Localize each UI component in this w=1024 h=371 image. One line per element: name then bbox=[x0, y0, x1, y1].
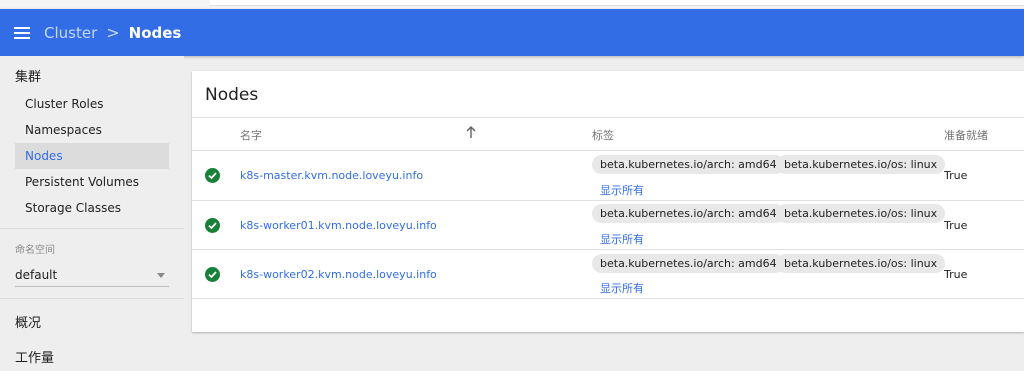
column-header-labels: 标签 bbox=[592, 129, 614, 142]
label-chip: beta.kubernetes.io/arch: amd64 bbox=[592, 204, 785, 223]
sidebar-section-overview[interactable]: 概况 bbox=[15, 312, 41, 331]
namespace-select[interactable]: default bbox=[15, 264, 169, 287]
sidebar-item-storage-classes[interactable]: Storage Classes bbox=[15, 195, 159, 221]
sidebar-item-persistent-volumes[interactable]: Persistent Volumes bbox=[15, 169, 159, 195]
ready-status: True bbox=[944, 268, 968, 281]
show-all-link[interactable]: 显示所有 bbox=[600, 280, 644, 296]
namespace-label: 命名空间 bbox=[15, 245, 55, 256]
show-all-link[interactable]: 显示所有 bbox=[600, 182, 644, 198]
sidebar-divider bbox=[0, 228, 184, 229]
sidebar-section-cluster[interactable]: 集群 bbox=[15, 66, 41, 85]
top-strip bbox=[0, 0, 1024, 9]
label-chip: beta.kubernetes.io/os: linux bbox=[776, 204, 946, 223]
table-row: k8s-worker02.kvm.node.loveyu.info beta.k… bbox=[192, 250, 1024, 299]
column-header-ready: 准备就绪 bbox=[944, 129, 988, 142]
sidebar-item-cluster-roles[interactable]: Cluster Roles bbox=[15, 91, 159, 117]
breadcrumb-cluster[interactable]: Cluster bbox=[44, 24, 97, 42]
check-circle-icon bbox=[205, 267, 220, 282]
node-name-link[interactable]: k8s-worker01.kvm.node.loveyu.info bbox=[240, 219, 437, 232]
sidebar-divider bbox=[0, 298, 184, 299]
label-chip: beta.kubernetes.io/os: linux bbox=[776, 155, 946, 174]
check-circle-icon bbox=[205, 168, 220, 183]
ready-status: True bbox=[944, 219, 968, 232]
namespace-value: default bbox=[15, 268, 58, 282]
sidebar-section-workloads[interactable]: 工作量 bbox=[15, 347, 54, 366]
top-search-field-edge[interactable] bbox=[210, 0, 1024, 6]
label-chip: beta.kubernetes.io/arch: amd64 bbox=[592, 155, 785, 174]
breadcrumb-separator: > bbox=[106, 23, 120, 42]
table-row: k8s-master.kvm.node.loveyu.info beta.kub… bbox=[192, 151, 1024, 200]
sidebar: 集群 Cluster Roles Namespaces Nodes Persis… bbox=[0, 56, 184, 371]
column-header-name[interactable]: 名字 bbox=[240, 127, 262, 143]
card-title: Nodes bbox=[205, 85, 259, 105]
divider bbox=[192, 298, 1024, 299]
table-row: k8s-worker01.kvm.node.loveyu.info beta.k… bbox=[192, 201, 1024, 250]
arrow-up-icon[interactable] bbox=[466, 126, 476, 139]
top-toolbar: Cluster > Nodes bbox=[0, 9, 1024, 56]
page-title: Nodes bbox=[128, 23, 182, 42]
label-chip: beta.kubernetes.io/arch: amd64 bbox=[592, 254, 785, 273]
nodes-card: Nodes 名字 标签 准备就绪 k8s-master.kvm.node.lov… bbox=[192, 71, 1024, 332]
ready-status: True bbox=[944, 169, 968, 182]
label-chip: beta.kubernetes.io/os: linux bbox=[776, 254, 946, 273]
show-all-link[interactable]: 显示所有 bbox=[600, 231, 644, 247]
divider bbox=[192, 117, 1024, 118]
chevron-down-icon bbox=[157, 273, 165, 278]
menu-icon[interactable] bbox=[14, 26, 30, 39]
sidebar-item-nodes[interactable]: Nodes bbox=[15, 143, 169, 169]
sidebar-item-namespaces[interactable]: Namespaces bbox=[15, 117, 159, 143]
node-name-link[interactable]: k8s-master.kvm.node.loveyu.info bbox=[240, 169, 423, 182]
check-circle-icon bbox=[205, 218, 220, 233]
node-name-link[interactable]: k8s-worker02.kvm.node.loveyu.info bbox=[240, 268, 437, 281]
